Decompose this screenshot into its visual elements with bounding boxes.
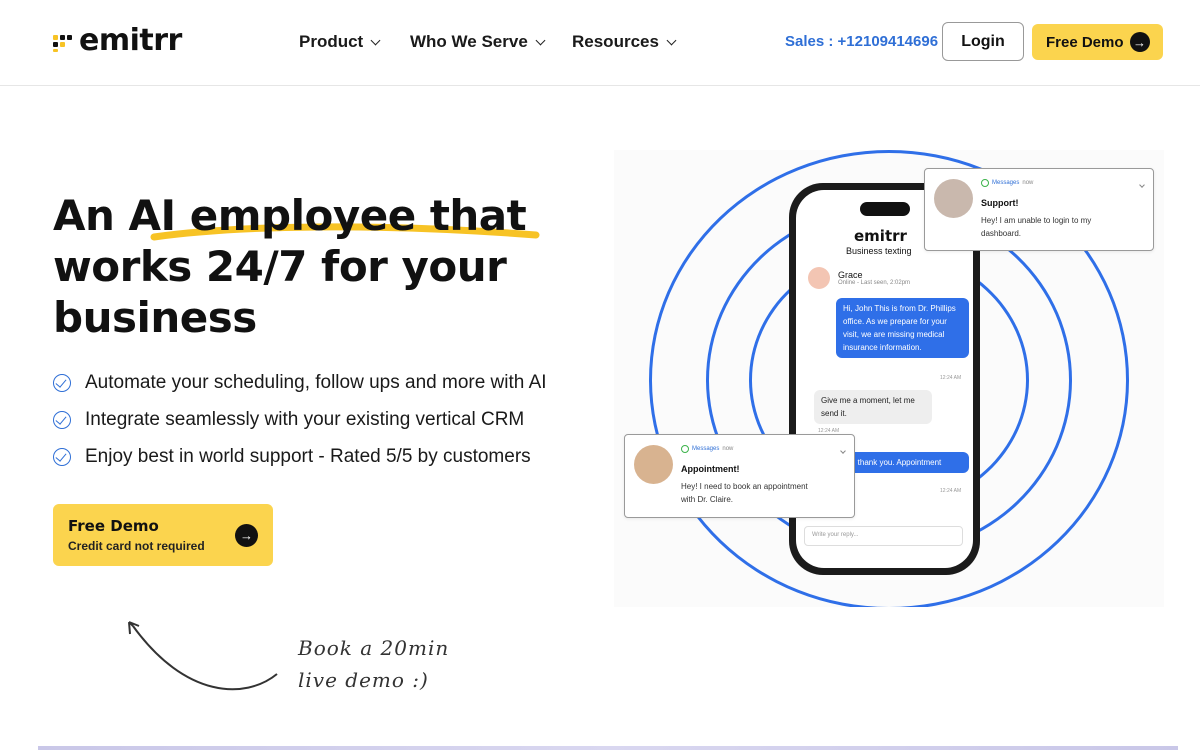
notification-body: Hey! I am unable to login to my dashboar…	[981, 216, 1092, 238]
menu-resources-label: Resources	[572, 32, 659, 51]
handwritten-note: Book a 20min live demo :)	[298, 632, 449, 696]
message-bubble: Give me a moment, let me send it.	[814, 390, 932, 424]
cta-title: Free Demo	[68, 517, 159, 535]
feature-item: Enjoy best in world support - Rated 5/5 …	[53, 438, 547, 475]
hero-line-2: works 24/7 for your	[53, 242, 507, 291]
logo-mark-icon	[53, 31, 73, 52]
emitrr-logo[interactable]: emitrr	[53, 23, 182, 58]
chat-contact: Grace Online - Last seen, 2:02pm	[808, 267, 910, 289]
feature-text: Enjoy best in world support - Rated 5/5 …	[85, 445, 531, 467]
check-circle-icon	[53, 447, 71, 466]
notification-app: Messages now	[681, 445, 733, 453]
hero-heading: An AI employee that works 24/7 for your …	[53, 190, 613, 343]
cta-subtitle: Credit card not required	[68, 539, 205, 553]
notification-app-name: Messages	[692, 446, 720, 452]
avatar	[934, 179, 973, 218]
menu-who-we-serve[interactable]: Who We Serve	[410, 32, 546, 52]
contact-status: Online - Last seen, 2:02pm	[838, 280, 911, 286]
phone-subtitle: Business texting	[846, 246, 912, 256]
handwritten-line-2: live demo :)	[298, 668, 429, 692]
curved-arrow-icon	[128, 621, 278, 691]
login-button[interactable]: Login	[942, 22, 1024, 61]
free-demo-cta-button[interactable]: Free Demo Credit card not required →	[53, 504, 273, 566]
notification-time: now	[1022, 180, 1034, 186]
free-demo-nav-label: Free Demo	[1046, 33, 1124, 51]
phone-logo: emitrr	[854, 227, 907, 245]
handwritten-line-1: Book a 20min	[298, 636, 450, 660]
feature-text: Integrate seamlessly with your existing …	[85, 408, 525, 430]
chevron-down-icon	[370, 35, 381, 45]
top-nav: emitrr Product Who We Serve Resources Sa…	[0, 0, 1200, 86]
notification-app: Messages now	[981, 179, 1033, 187]
notification-app-name: Messages	[992, 180, 1020, 186]
feature-text: Automate your scheduling, follow ups and…	[85, 371, 547, 393]
avatar	[808, 267, 830, 289]
menu-resources[interactable]: Resources	[572, 32, 677, 52]
check-circle-icon	[53, 373, 71, 392]
menu-product[interactable]: Product	[299, 32, 381, 52]
chevron-down-icon	[1139, 182, 1145, 188]
notification-time: now	[722, 446, 734, 452]
next-section-edge	[38, 746, 1178, 750]
logo-text: emitrr	[79, 23, 182, 58]
notification-title: Appointment!	[681, 464, 740, 474]
reply-input[interactable]: Write your reply...	[804, 526, 963, 546]
feature-list: Automate your scheduling, follow ups and…	[53, 364, 547, 475]
chevron-down-icon	[666, 35, 677, 45]
hero-line-1: An AI employee that	[53, 191, 527, 240]
contact-name: Grace	[838, 270, 863, 280]
message-time: 12:24 AM	[940, 375, 962, 381]
chevron-down-icon	[535, 35, 546, 45]
messages-icon	[681, 445, 689, 453]
sales-phone-link[interactable]: Sales : +12109414696	[785, 33, 938, 50]
message-bubble: Hi, John This is from Dr. Phillips offic…	[836, 298, 969, 358]
avatar	[634, 445, 673, 484]
check-circle-icon	[53, 410, 71, 429]
notification-title: Support!	[981, 198, 1019, 208]
messages-icon	[981, 179, 989, 187]
free-demo-nav-button[interactable]: Free Demo →	[1032, 24, 1163, 60]
phone-notch	[860, 202, 910, 216]
notification-card-appointment: Messages now Appointment! Hey! I need to…	[624, 434, 855, 518]
arrow-right-icon: →	[1129, 32, 1150, 52]
feature-item: Automate your scheduling, follow ups and…	[53, 364, 547, 401]
notification-body: Hey! I need to book an appointment with …	[681, 482, 808, 504]
chevron-down-icon	[840, 448, 846, 454]
feature-item: Integrate seamlessly with your existing …	[53, 401, 547, 438]
menu-who-we-serve-label: Who We Serve	[410, 32, 528, 51]
message-time: 12:24 AM	[940, 488, 962, 494]
message-bubble: Ok, thank you. Appointment	[836, 452, 969, 473]
menu-product-label: Product	[299, 32, 364, 51]
notification-card-support: Messages now Support! Hey! I am unable t…	[924, 168, 1154, 251]
hero-line-3: business	[53, 293, 257, 342]
arrow-right-icon: →	[235, 524, 258, 547]
hero-visual: emitrr Business texting Grace Online - L…	[614, 150, 1164, 607]
